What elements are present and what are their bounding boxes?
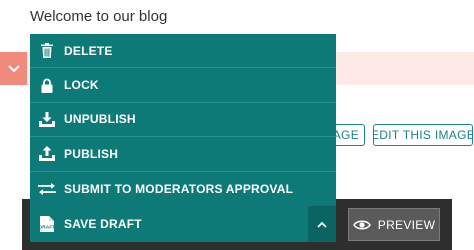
draft-document-icon: DRAFT [30,216,64,232]
menu-item-label: LOCK [64,78,99,93]
menu-item-label: UNPUBLISH [64,112,136,127]
publish-menu-toggle[interactable] [308,206,336,242]
preview-label: PREVIEW [377,217,436,232]
menu-item-submit-approval[interactable]: SUBMIT TO MODERATORS APPROVAL [30,172,336,206]
chevron-down-icon [7,64,20,72]
menu-item-delete[interactable]: DELETE [30,34,336,69]
svg-text:DRAFT: DRAFT [39,225,56,230]
upload-tray-icon [30,146,64,162]
swap-arrows-icon [30,182,64,195]
save-draft-label: SAVE DRAFT [64,217,142,231]
blog-welcome-title: Welcome to our blog [30,8,168,25]
save-draft-button[interactable]: DRAFT SAVE DRAFT [30,206,336,242]
menu-item-label: PUBLISH [64,146,119,161]
page: Welcome to our blog AGE EDIT THIS IMAGE … [0,0,474,250]
eye-icon [352,220,371,229]
menu-item-unpublish[interactable]: UNPUBLISH [30,103,336,138]
download-tray-icon [30,111,64,127]
menu-item-label: DELETE [64,43,113,58]
menu-item-label: SUBMIT TO MODERATORS APPROVAL [64,181,294,196]
lock-icon [30,78,64,93]
publish-options-menu: DELETE LOCK UNPUBLISH PUBLISH SUBMIT TO … [30,34,336,206]
menu-item-lock[interactable]: LOCK [30,68,336,103]
edit-image-button[interactable]: EDIT THIS IMAGE [373,124,473,146]
menu-item-publish[interactable]: PUBLISH [30,137,336,172]
preview-button[interactable]: PREVIEW [348,208,440,241]
trash-icon [30,43,64,59]
alert-toggle-button[interactable] [0,52,27,85]
chevron-up-icon [317,221,327,228]
